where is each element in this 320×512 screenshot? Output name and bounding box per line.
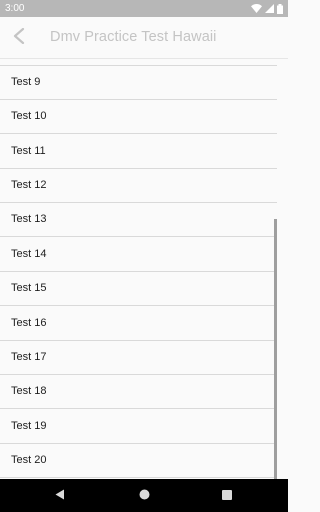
scrollbar[interactable] (274, 219, 277, 479)
test-row-label: Test 15 (11, 282, 47, 294)
test-row[interactable]: Test 12 (0, 169, 277, 203)
test-row-label: Test 9 (11, 76, 41, 88)
battery-icon (277, 3, 283, 14)
nav-home-button[interactable] (135, 487, 153, 505)
test-row-label: Test 17 (11, 351, 47, 363)
wifi-icon (251, 4, 262, 13)
test-row[interactable]: Test 11 (0, 135, 277, 169)
back-arrow-icon (12, 27, 26, 49)
test-row[interactable]: Test 18 (0, 375, 277, 409)
test-row[interactable]: Test 20 (0, 444, 277, 478)
back-triangle-icon (55, 487, 65, 505)
test-row-label: Test 18 (11, 385, 47, 397)
test-row-label: Test 19 (11, 420, 47, 432)
test-row-label: Test 11 (11, 145, 46, 157)
test-row[interactable]: Test 13 (0, 203, 277, 237)
signal-icon (265, 4, 274, 13)
test-row[interactable]: Test 19 (0, 410, 277, 444)
status-time: 3:00 (5, 3, 25, 14)
status-bar: 3:00 (0, 0, 288, 17)
nav-back-button[interactable] (51, 487, 69, 505)
nav-recents-button[interactable] (218, 487, 236, 505)
home-circle-icon (139, 487, 150, 505)
app-bar: Dmv Practice Test Hawaii (0, 17, 288, 59)
test-row[interactable]: Test 10 (0, 100, 277, 134)
test-row-label: Test 16 (11, 317, 47, 329)
test-row[interactable]: Test 16 (0, 307, 277, 341)
recents-square-icon (222, 487, 232, 505)
back-button[interactable] (8, 27, 30, 49)
test-list[interactable]: Test 9 Test 10 Test 11 Test 12 Test 13 T… (0, 60, 288, 479)
test-row[interactable]: Test 9 (0, 66, 277, 100)
test-row[interactable]: Test 14 (0, 238, 277, 272)
test-row[interactable]: Test 17 (0, 341, 277, 375)
test-row-label: Test 12 (11, 179, 47, 191)
test-row-label: Test 14 (11, 248, 47, 260)
system-nav-bar (0, 479, 288, 512)
page-title: Dmv Practice Test Hawaii (50, 29, 217, 45)
test-row-label: Test 20 (11, 454, 47, 466)
test-row-label: Test 10 (11, 110, 47, 122)
test-row[interactable]: Test 15 (0, 272, 277, 306)
test-row-label: Test 13 (11, 213, 47, 225)
status-icons (251, 2, 283, 15)
